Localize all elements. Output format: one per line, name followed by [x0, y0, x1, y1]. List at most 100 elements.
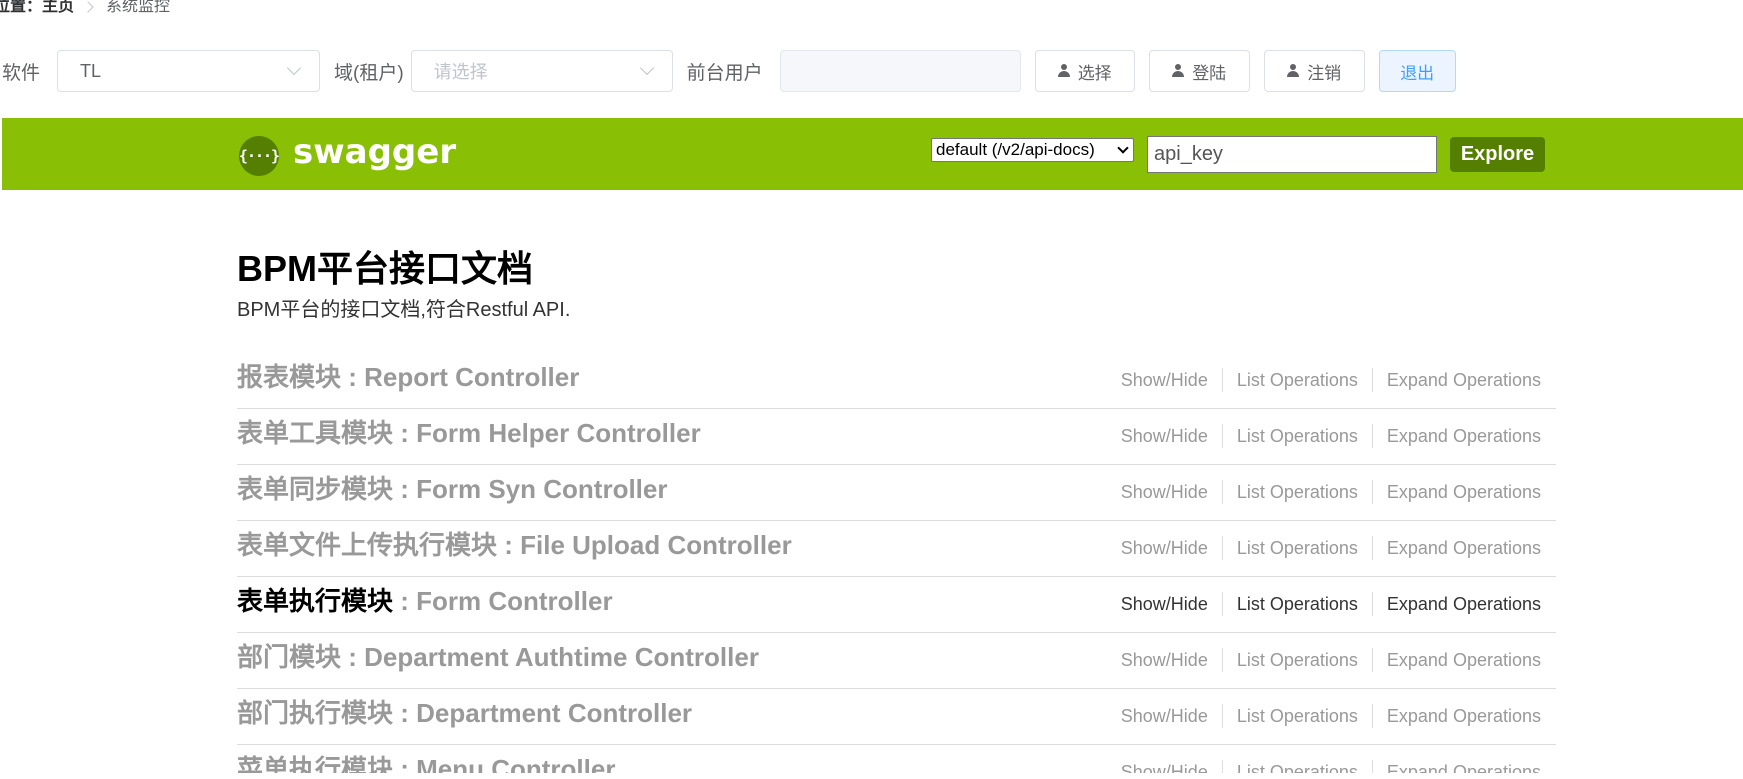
resource-ops: Show/Hide List Operations Expand Operati… [1107, 368, 1541, 392]
select-user-button[interactable]: 选择 [1034, 50, 1135, 92]
resource-controller: : Report Controller [341, 362, 580, 392]
chevron-down-icon [286, 60, 302, 76]
resource-ops: Show/Hide List Operations Expand Operati… [1107, 648, 1541, 672]
resource-row-hovered: 表单执行模块 : Form Controller Show/Hide List … [237, 577, 1556, 633]
resource-title-link[interactable]: 表单文件上传执行模块 : File Upload Controller [237, 525, 792, 562]
expand-operations-link[interactable]: Expand Operations [1373, 482, 1541, 503]
swagger-header: {···} swagger default (/v2/api-docs) api… [2, 118, 1743, 190]
user-icon [1172, 64, 1185, 78]
resource-row: 部门模块 : Department Authtime Controller Sh… [237, 633, 1556, 689]
show-hide-link[interactable]: Show/Hide [1107, 706, 1222, 727]
chevron-down-icon [1117, 142, 1129, 154]
resource-row: 表单同步模块 : Form Syn Controller Show/Hide L… [237, 465, 1556, 521]
resource-ops: Show/Hide List Operations Expand Operati… [1107, 592, 1541, 616]
login-button-label: 登陆 [1192, 63, 1227, 83]
expand-operations-link[interactable]: Expand Operations [1373, 706, 1541, 727]
resource-name: 表单工具模块 [237, 418, 394, 448]
exit-button-label: 退出 [1400, 63, 1435, 83]
show-hide-link[interactable]: Show/Hide [1107, 762, 1222, 774]
resource-row: 表单文件上传执行模块 : File Upload Controller Show… [237, 521, 1556, 577]
resource-controller: : Menu Controller [393, 754, 616, 773]
resource-row: 菜单执行模块 : Menu Controller Show/Hide List … [237, 745, 1556, 773]
resource-name: 表单文件上传执行模块 [237, 530, 498, 560]
breadcrumb: 位置： 主页 系统监控 [0, 0, 170, 18]
resource-title-link[interactable]: 表单同步模块 : Form Syn Controller [237, 469, 667, 506]
show-hide-link[interactable]: Show/Hide [1107, 370, 1222, 391]
resource-list: 报表模块 : Report Controller Show/Hide List … [237, 353, 1556, 773]
expand-operations-link[interactable]: Expand Operations [1373, 762, 1541, 774]
chevron-right-icon [82, 1, 94, 13]
breadcrumb-home-link[interactable]: 主页 [42, 0, 74, 18]
resource-ops: Show/Hide List Operations Expand Operati… [1107, 760, 1541, 773]
api-key-input[interactable]: api_key [1147, 136, 1437, 173]
resource-controller: : File Upload Controller [497, 530, 792, 560]
user-icon [1287, 64, 1300, 78]
resource-name: 菜单执行模块 [237, 754, 394, 773]
expand-operations-link[interactable]: Expand Operations [1373, 538, 1541, 559]
show-hide-link[interactable]: Show/Hide [1107, 538, 1222, 559]
resource-name: 表单同步模块 [237, 474, 394, 504]
list-operations-link[interactable]: List Operations [1223, 538, 1372, 559]
resource-controller: : Form Syn Controller [393, 474, 668, 504]
list-operations-link[interactable]: List Operations [1223, 482, 1372, 503]
logout-button-label: 注销 [1307, 63, 1342, 83]
api-docs-select[interactable]: default (/v2/api-docs) [931, 138, 1134, 162]
list-operations-link[interactable]: List Operations [1223, 706, 1372, 727]
list-operations-link[interactable]: List Operations [1223, 762, 1372, 774]
resource-title-link[interactable]: 报表模块 : Report Controller [237, 357, 579, 394]
expand-operations-link[interactable]: Expand Operations [1373, 594, 1541, 615]
list-operations-link[interactable]: List Operations [1223, 650, 1372, 671]
breadcrumb-current: 系统监控 [106, 0, 171, 15]
resource-name: 报表模块 [237, 362, 342, 392]
resource-row: 表单工具模块 : Form Helper Controller Show/Hid… [237, 409, 1556, 465]
exit-button[interactable]: 退出 [1378, 50, 1456, 92]
resource-title-link[interactable]: 部门执行模块 : Department Controller [237, 693, 692, 730]
software-select[interactable]: TL [57, 50, 321, 92]
expand-operations-link[interactable]: Expand Operations [1373, 650, 1541, 671]
resource-title-link[interactable]: 表单执行模块 : Form Controller [237, 581, 613, 618]
domain-select[interactable]: 请选择 [410, 50, 673, 92]
resource-ops: Show/Hide List Operations Expand Operati… [1107, 704, 1541, 728]
show-hide-link[interactable]: Show/Hide [1107, 594, 1222, 615]
resource-title-link[interactable]: 部门模块 : Department Authtime Controller [237, 637, 759, 674]
resource-ops: Show/Hide List Operations Expand Operati… [1107, 536, 1541, 560]
login-button[interactable]: 登陆 [1148, 50, 1250, 92]
show-hide-link[interactable]: Show/Hide [1107, 650, 1222, 671]
resource-row: 部门执行模块 : Department Controller Show/Hide… [237, 689, 1556, 745]
show-hide-link[interactable]: Show/Hide [1107, 426, 1222, 447]
frontend-user-input[interactable] [779, 50, 1021, 92]
resource-title-link[interactable]: 菜单执行模块 : Menu Controller [237, 749, 615, 773]
swagger-logo-text[interactable]: swagger [293, 132, 456, 172]
select-user-button-label: 选择 [1077, 63, 1112, 83]
resource-controller: : Department Controller [393, 698, 693, 728]
api-docs-select-value: default (/v2/api-docs) [936, 140, 1095, 159]
resource-controller: : Department Authtime Controller [341, 642, 759, 672]
resource-name: 表单执行模块 [237, 586, 394, 616]
resource-name: 部门模块 [237, 642, 342, 672]
resource-title-link[interactable]: 表单工具模块 : Form Helper Controller [237, 413, 701, 450]
software-select-value: TL [80, 60, 102, 81]
swagger-logo-icon: {···} [239, 136, 280, 176]
resource-controller: : Form Controller [393, 586, 613, 616]
chevron-down-icon [639, 60, 654, 76]
filter-toolbar: 软件 TL 域(租户) 请选择 前台用户 选择 登陆 注销 退出 [0, 48, 1743, 94]
resource-controller: : Form Helper Controller [393, 418, 701, 448]
doc-description: BPM平台的接口文档,符合Restful API. [237, 299, 571, 321]
domain-label: 域(租户) [334, 62, 404, 84]
logout-button[interactable]: 注销 [1263, 50, 1365, 92]
doc-title: BPM平台接口文档 [237, 248, 533, 289]
list-operations-link[interactable]: List Operations [1223, 370, 1372, 391]
list-operations-link[interactable]: List Operations [1223, 594, 1372, 615]
user-icon [1057, 64, 1070, 78]
frontend-user-label: 前台用户 [686, 62, 763, 84]
expand-operations-link[interactable]: Expand Operations [1373, 370, 1541, 391]
resource-row: 报表模块 : Report Controller Show/Hide List … [237, 353, 1556, 409]
list-operations-link[interactable]: List Operations [1223, 426, 1372, 447]
resource-name: 部门执行模块 [237, 698, 394, 728]
resource-ops: Show/Hide List Operations Expand Operati… [1107, 480, 1541, 504]
resource-ops: Show/Hide List Operations Expand Operati… [1107, 424, 1541, 448]
expand-operations-link[interactable]: Expand Operations [1373, 426, 1541, 447]
explore-button[interactable]: Explore [1450, 137, 1545, 172]
show-hide-link[interactable]: Show/Hide [1107, 482, 1222, 503]
software-label: 软件 [2, 62, 41, 84]
